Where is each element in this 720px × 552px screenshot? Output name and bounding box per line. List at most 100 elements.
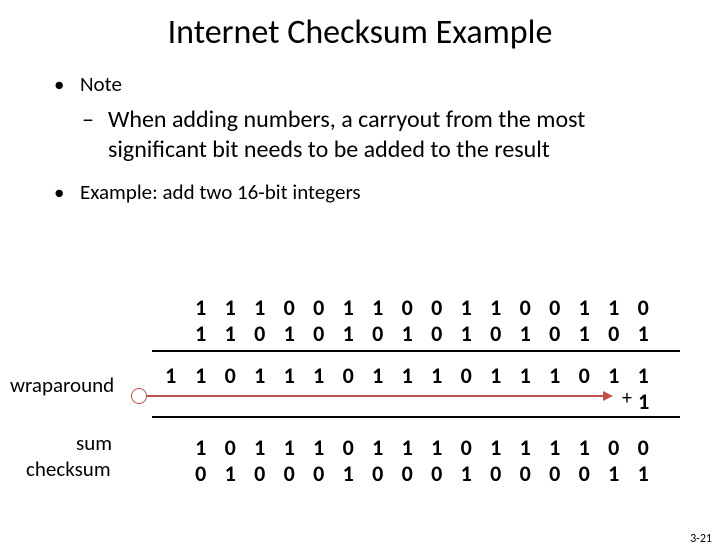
bit: 1 xyxy=(481,294,511,321)
bit: 0 xyxy=(570,460,600,487)
bit: 0 xyxy=(393,294,423,321)
bit: 1 xyxy=(452,320,482,347)
bit: 1 xyxy=(275,320,305,347)
bit: 0 xyxy=(216,434,246,461)
bit: 1 xyxy=(363,294,393,321)
bit: 1 xyxy=(216,294,246,321)
bit: 0 xyxy=(422,294,452,321)
slide-body: • Note – When adding numbers, a carryout… xyxy=(54,71,664,205)
bit: 1 xyxy=(186,434,216,461)
bit: 0 xyxy=(629,294,659,321)
bit: 0 xyxy=(540,460,570,487)
bit: 1 xyxy=(216,320,246,347)
bit: 1 xyxy=(245,362,275,389)
bit: 1 xyxy=(511,320,541,347)
bit: 0 xyxy=(452,434,482,461)
bit-carry: 1 xyxy=(156,362,186,389)
bit: 0 xyxy=(393,460,423,487)
bullet-dash: – xyxy=(82,105,108,165)
bit: 0 xyxy=(511,294,541,321)
bullet-note-text: Note xyxy=(80,71,122,97)
bit: 0 xyxy=(452,362,482,389)
bit: 1 xyxy=(481,362,511,389)
bit: 0 xyxy=(629,434,659,461)
bit: 1 xyxy=(599,362,629,389)
bit: 0 xyxy=(186,460,216,487)
bit: 0 xyxy=(275,460,305,487)
bit: 0 xyxy=(363,460,393,487)
bullet-note: • Note xyxy=(54,71,664,97)
bit: 1 xyxy=(275,434,305,461)
bit: 1 xyxy=(570,434,600,461)
bit: 1 xyxy=(245,434,275,461)
bit: 0 xyxy=(304,320,334,347)
bit: 1 xyxy=(629,362,659,389)
bit: 0 xyxy=(216,362,246,389)
bit: 0 xyxy=(275,294,305,321)
bit: 1 xyxy=(540,434,570,461)
bit: 0 xyxy=(334,434,364,461)
bit: 0 xyxy=(245,320,275,347)
bit: 1 xyxy=(452,460,482,487)
bit: 1 xyxy=(422,362,452,389)
bit: 1 xyxy=(540,362,570,389)
bit: 0 xyxy=(570,362,600,389)
bit: 1 xyxy=(216,460,246,487)
bits-row-add1: 1 xyxy=(629,388,659,415)
bit: 0 xyxy=(363,320,393,347)
bullet-example: • Example: add two 16-bit integers xyxy=(54,179,664,205)
bit: 1 xyxy=(363,434,393,461)
bit-add1: 1 xyxy=(629,388,659,415)
bits-row-checksum: 0100010001000011 xyxy=(186,460,658,487)
page-number: 3-21 xyxy=(690,532,712,546)
bit: 1 xyxy=(334,294,364,321)
bit: 1 xyxy=(599,460,629,487)
bullet-dot: • xyxy=(54,179,80,205)
bit: 0 xyxy=(245,460,275,487)
bit: 1 xyxy=(570,320,600,347)
bit: 1 xyxy=(393,320,423,347)
bit: 0 xyxy=(599,320,629,347)
subbullet-note: – When adding numbers, a carryout from t… xyxy=(82,105,664,165)
bullet-dot: • xyxy=(54,71,80,97)
bit: 1 xyxy=(334,460,364,487)
bit: 1 xyxy=(245,294,275,321)
bit: 1 xyxy=(186,362,216,389)
bit: 0 xyxy=(304,460,334,487)
bit: 0 xyxy=(540,294,570,321)
bit: 1 xyxy=(481,434,511,461)
subbullet-note-text: When adding numbers, a carryout from the… xyxy=(108,105,664,165)
bits-row-3: 1011101110111011 xyxy=(186,362,658,389)
bit: 1 xyxy=(304,362,334,389)
label-wraparound: wraparound xyxy=(10,372,114,398)
bits-row-2: 1101010101010101 xyxy=(186,320,658,347)
bit: 0 xyxy=(422,460,452,487)
bit: 0 xyxy=(540,320,570,347)
bit: 1 xyxy=(363,362,393,389)
label-checksum: checksum xyxy=(26,456,111,482)
bit: 1 xyxy=(629,320,659,347)
bits-row-sum: 1011101110111100 xyxy=(186,434,658,461)
bit: 1 xyxy=(393,362,423,389)
bit: 0 xyxy=(511,460,541,487)
wraparound-arrow-icon xyxy=(147,395,605,397)
bit: 1 xyxy=(422,434,452,461)
slide-title: Internet Checksum Example xyxy=(0,12,720,53)
bit: 1 xyxy=(570,294,600,321)
bits-row-carry: 1 xyxy=(156,362,186,389)
bit: 0 xyxy=(481,320,511,347)
wraparound-circle-icon xyxy=(131,388,147,404)
bit: 1 xyxy=(304,434,334,461)
bit: 0 xyxy=(599,434,629,461)
label-sum: sum xyxy=(76,430,112,456)
bullet-example-text: Example: add two 16-bit integers xyxy=(80,179,361,205)
bit: 1 xyxy=(452,294,482,321)
bit: 1 xyxy=(511,362,541,389)
rule-2 xyxy=(152,416,680,418)
bit: 1 xyxy=(186,320,216,347)
bits-row-1: 1110011001100110 xyxy=(186,294,658,321)
bit: 0 xyxy=(481,460,511,487)
bit: 1 xyxy=(275,362,305,389)
bit: 0 xyxy=(334,362,364,389)
rule-1 xyxy=(152,350,680,352)
